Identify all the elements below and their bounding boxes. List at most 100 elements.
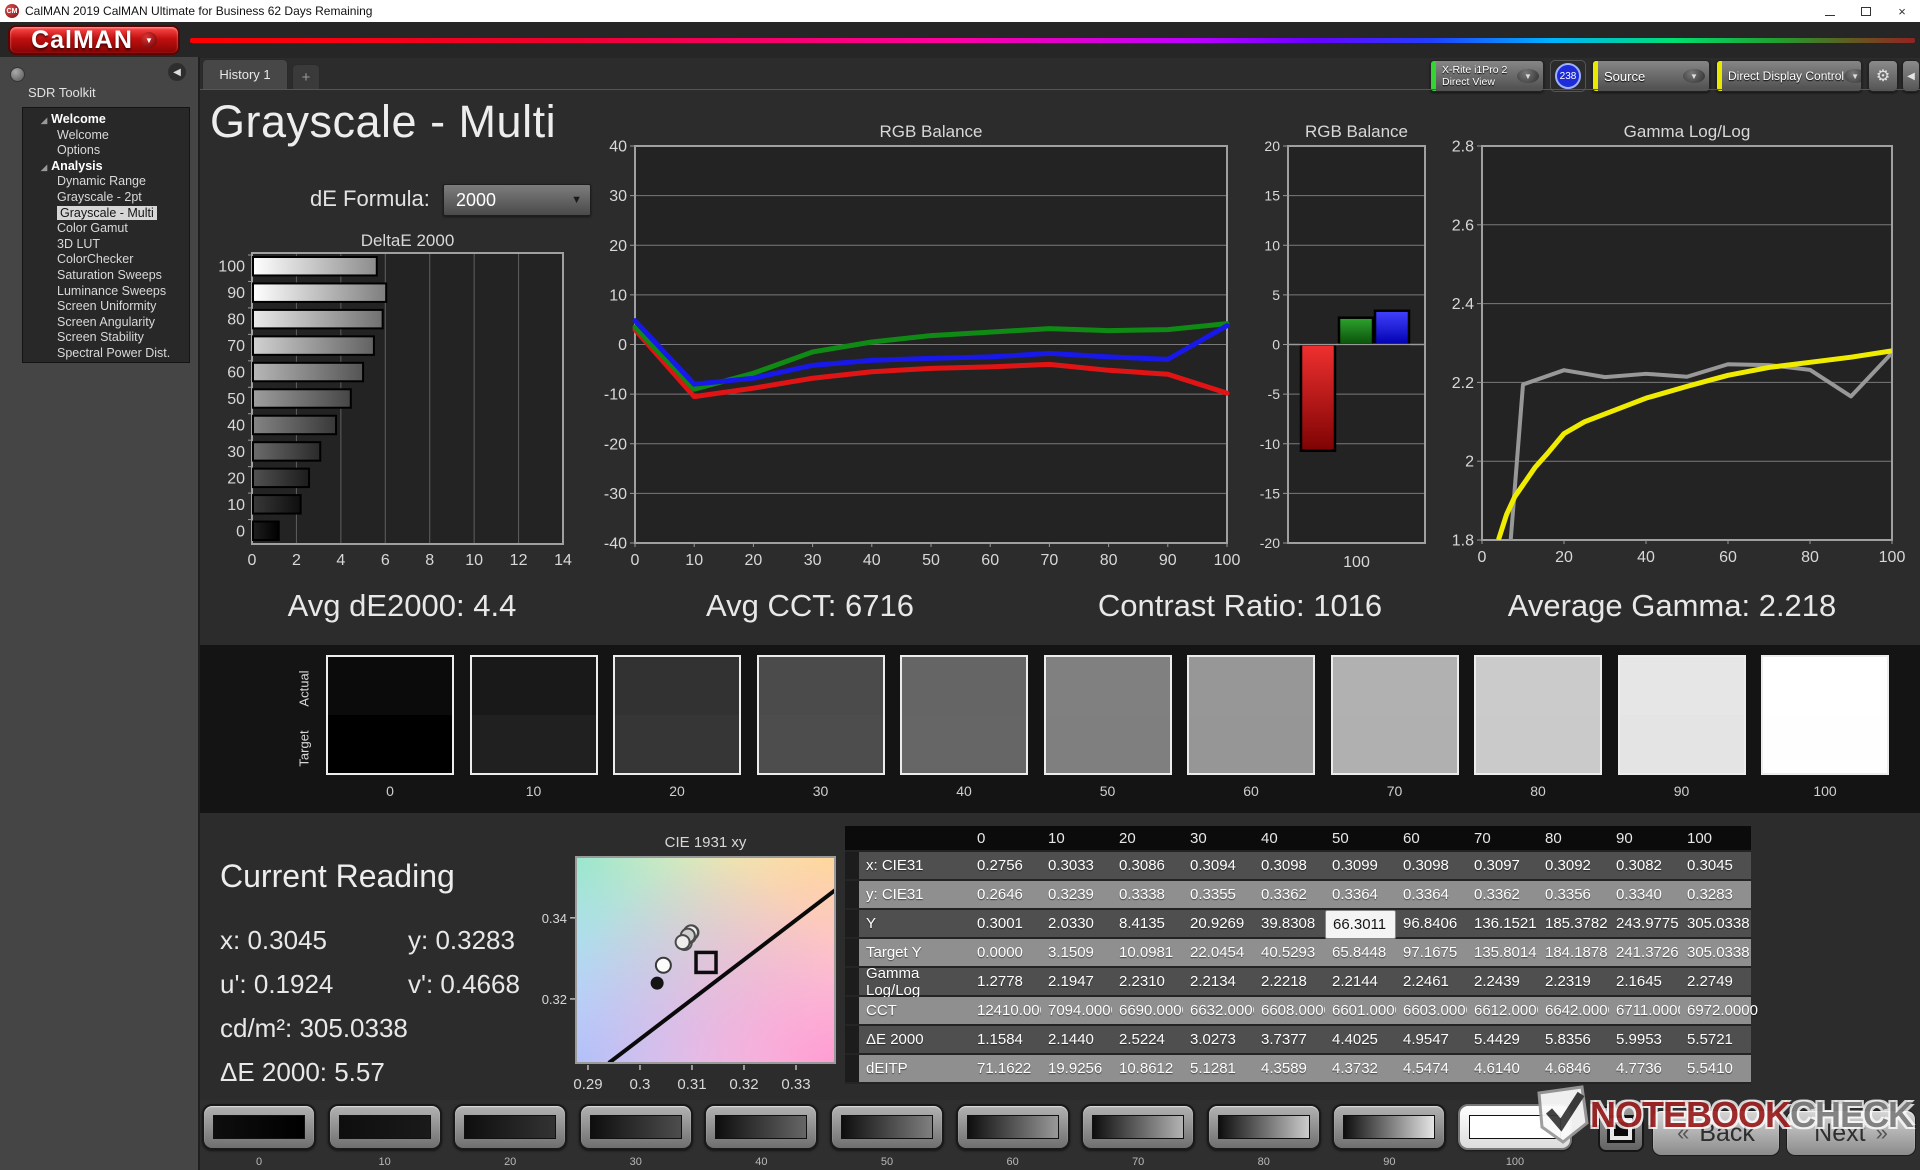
tab-history-1[interactable]: History 1 <box>202 59 288 89</box>
level-button-0[interactable] <box>202 1104 316 1150</box>
display-control-dropdown[interactable]: Direct Display Control ▼ <box>1716 60 1862 92</box>
svg-text:100: 100 <box>1343 554 1370 571</box>
table-cell[interactable]: 66.3011 <box>1325 910 1396 939</box>
settings-button[interactable]: ⚙ <box>1868 60 1898 92</box>
svg-text:20: 20 <box>1555 549 1573 566</box>
grayscale-swatch-10 <box>469 655 598 775</box>
swatch-actual <box>1763 657 1887 715</box>
table-cell: 1.2778 <box>970 968 1041 997</box>
sidebar-item-saturation-sweeps[interactable]: Saturation Sweeps <box>23 268 189 284</box>
actual-axis-label: Actual <box>296 669 312 707</box>
level-button-80[interactable] <box>1206 1104 1321 1150</box>
sidebar-collapse-icon[interactable]: ◀ <box>168 63 186 81</box>
meter-count-badge: 238 <box>1555 63 1581 89</box>
gamma-loglog-chart: Gamma Log/Log 2.8 2.6 2.4 2.2 2 1.8 0 20 40 60 80 10… <box>1426 118 1920 580</box>
sidebar-item-3d-lut[interactable]: 3D LUT <box>23 237 189 253</box>
sidebar-item-screen-uniformity[interactable]: Screen Uniformity <box>23 299 189 315</box>
svg-text:10: 10 <box>465 552 483 569</box>
grayscale-swatch-80 <box>1474 655 1602 775</box>
deltae-bar-chart: DeltaE 2000 100 90 80 70 60 50 40 30 20 10 0 0 2 4 6 8 10… <box>200 228 580 580</box>
level-button-40[interactable] <box>704 1104 819 1150</box>
sidebar-item-welcome[interactable]: ◢ Welcome <box>23 112 189 128</box>
tree-expand-icon[interactable]: ◢ <box>41 163 47 172</box>
table-cell: 2.5224 <box>1112 1026 1183 1055</box>
panel-collapse-button[interactable]: ◀ <box>1902 60 1920 92</box>
table-cell: 65.8448 <box>1325 939 1396 968</box>
swatch-level-label: 40 <box>956 783 972 799</box>
close-button[interactable]: × <box>1884 0 1920 22</box>
tree-expand-icon[interactable]: ◢ <box>41 116 47 125</box>
meter-dropdown[interactable]: X-Rite i1Pro 2 Direct View ▼ <box>1430 60 1544 92</box>
table-cell: 3.1509 <box>1041 939 1112 968</box>
svg-text:70: 70 <box>1041 552 1059 569</box>
svg-text:70: 70 <box>227 338 245 355</box>
level-button-90[interactable] <box>1332 1104 1447 1150</box>
maximize-button[interactable] <box>1848 0 1884 22</box>
meter-count-button[interactable]: 238 <box>1550 60 1586 92</box>
de-formula-dropdown[interactable]: 2000 ▼ <box>443 184 591 216</box>
level-button-label: 80 <box>1257 1156 1270 1168</box>
sidebar-item-analysis[interactable]: ◢ Analysis <box>23 159 189 175</box>
add-tab-icon: + <box>301 68 311 86</box>
table-cell: 5.5410 <box>1680 1055 1751 1084</box>
svg-text:2.6: 2.6 <box>1452 217 1474 234</box>
svg-text:0: 0 <box>1478 549 1487 566</box>
sidebar-item-label: Welcome <box>51 112 106 126</box>
add-tab-button[interactable]: + <box>292 64 320 89</box>
sidebar-item-dynamic-range[interactable]: Dynamic Range <box>23 174 189 190</box>
table-cell: 6612.0000 <box>1467 997 1545 1026</box>
table-cell: 305.0338 <box>1680 939 1751 968</box>
sidebar-item-color-gamut[interactable]: Color Gamut <box>23 221 189 237</box>
sidebar-item-options[interactable]: Options <box>23 143 189 159</box>
table-cell: 4.3589 <box>1254 1055 1325 1084</box>
table-cell: 4.9547 <box>1396 1026 1467 1055</box>
table-cell: 8.4135 <box>1112 910 1183 939</box>
sidebar-item-label: Luminance Sweeps <box>57 283 167 298</box>
calman-logo-menu[interactable]: CalMAN ▼ <box>8 25 180 55</box>
svg-text:10: 10 <box>1264 237 1280 253</box>
reading-v-prime: v': 0.4668 <box>408 969 520 999</box>
reading-x: x: 0.3045 <box>220 925 327 955</box>
sidebar-item-screen-angularity[interactable]: Screen Angularity <box>23 315 189 331</box>
sidebar-item-welcome[interactable]: Welcome <box>23 128 189 144</box>
table-cell: 0.3094 <box>1183 852 1254 881</box>
svg-text:-5: -5 <box>1268 386 1281 402</box>
level-button-30[interactable] <box>578 1104 693 1150</box>
sidebar-item-spectral-power-dist-[interactable]: Spectral Power Dist. <box>23 346 189 362</box>
table-row-label: dEITP <box>859 1055 970 1084</box>
table-cell: 3.7377 <box>1254 1026 1325 1055</box>
table-column-header: 0 <box>970 826 1041 852</box>
table-cell: 39.8308 <box>1254 910 1325 939</box>
source-dropdown[interactable]: Source ▼ <box>1592 60 1710 92</box>
swatch-actual <box>471 657 596 715</box>
minimize-button[interactable] <box>1812 0 1848 22</box>
svg-text:-15: -15 <box>1260 485 1280 501</box>
table-column-header: 30 <box>1183 826 1254 852</box>
table-cell: 10.0981 <box>1112 939 1183 968</box>
workflow-status-icon[interactable] <box>10 67 25 82</box>
sidebar-item-luminance-sweeps[interactable]: Luminance Sweeps <box>23 284 189 300</box>
level-button-20[interactable] <box>453 1104 568 1150</box>
svg-text:2: 2 <box>1465 454 1474 471</box>
level-button-50[interactable] <box>830 1104 944 1150</box>
sidebar-item-grayscale-multi[interactable]: Grayscale - Multi <box>23 205 189 222</box>
svg-text:4: 4 <box>336 552 345 569</box>
svg-text:2.4: 2.4 <box>1452 296 1474 313</box>
sidebar-item-label: Screen Angularity <box>57 314 155 329</box>
level-button-10[interactable] <box>327 1104 442 1150</box>
svg-text:RGB Balance: RGB Balance <box>880 122 983 141</box>
level-button-60[interactable] <box>955 1104 1070 1150</box>
sidebar-item-colorchecker[interactable]: ColorChecker <box>23 252 189 268</box>
swatch-actual <box>758 657 883 715</box>
sidebar-item-grayscale-2pt[interactable]: Grayscale - 2pt <box>23 190 189 206</box>
table-cell: 0.3033 <box>1041 852 1112 881</box>
svg-text:10: 10 <box>227 497 245 514</box>
table-row: ΔE 2000 1.1584 2.1440 2.5224 3.0273 3.7377 4.4… <box>845 1026 1751 1055</box>
level-button-70[interactable] <box>1081 1104 1196 1150</box>
svg-text:80: 80 <box>1801 549 1819 566</box>
svg-text:-10: -10 <box>1260 436 1280 452</box>
table-column-header: 70 <box>1467 826 1538 852</box>
table-column-header: 90 <box>1609 826 1680 852</box>
sidebar-item-screen-stability[interactable]: Screen Stability <box>23 330 189 346</box>
swatch-target <box>1476 715 1600 773</box>
